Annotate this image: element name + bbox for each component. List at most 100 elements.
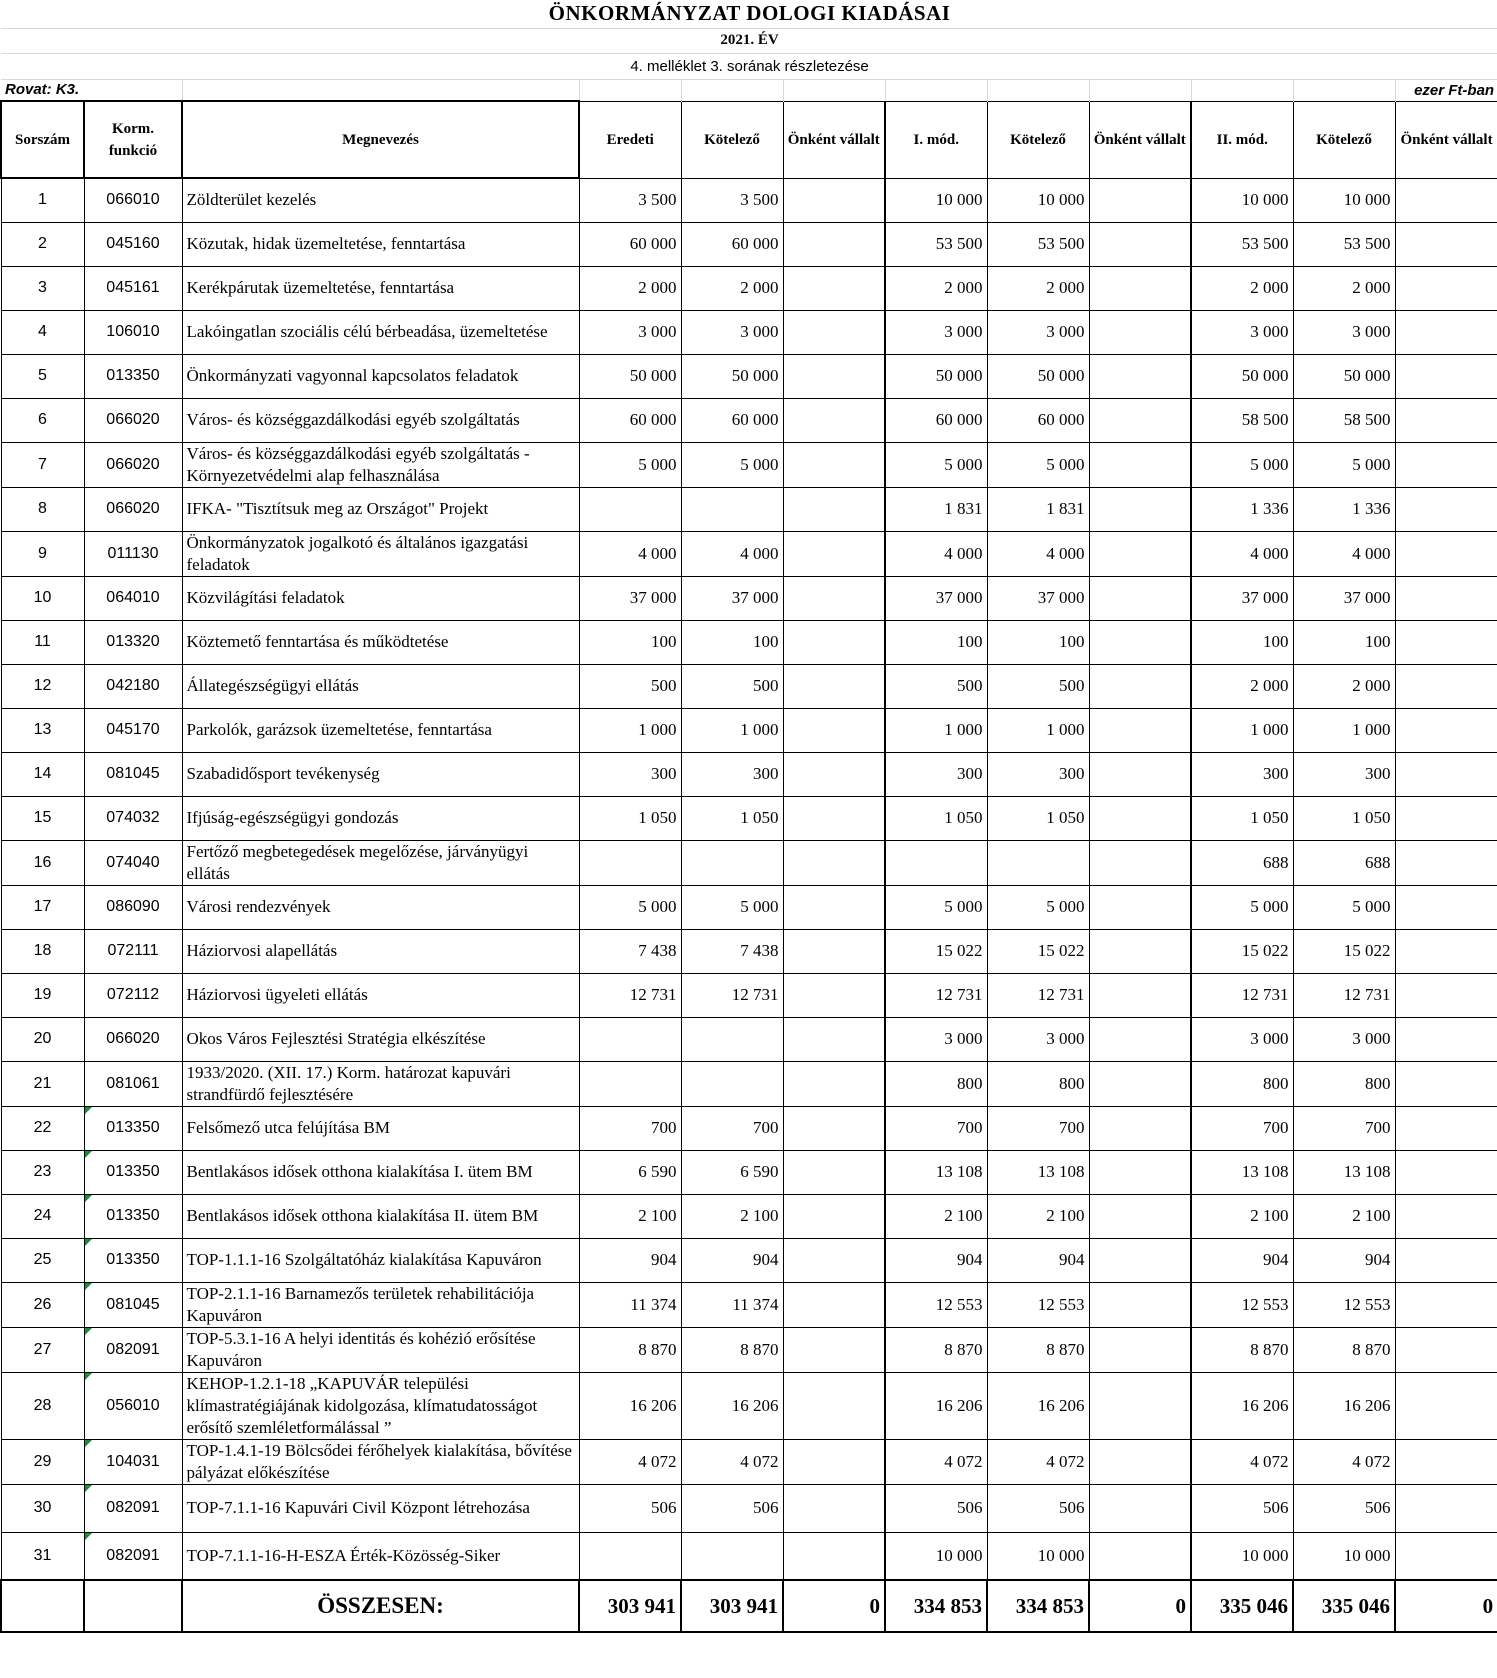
cell-onkent-2 (1088, 177, 1192, 223)
cell-kotelezo-2: 1 831 (986, 486, 1090, 532)
cell-kotelezo-3: 8 870 (1292, 1326, 1396, 1373)
cell-row-number: 11 (0, 619, 85, 665)
cell-eredeti: 4 000 (578, 530, 682, 577)
cell-korm-funkcio: 082091 (83, 1326, 183, 1373)
cell-megnevezes: KEHOP-1.2.1-18 „KAPUVÁR települési klíma… (181, 1371, 580, 1440)
cell-kotelezo-1: 506 (680, 1483, 784, 1533)
total-kotelezo-3: 335 046 (1292, 1579, 1396, 1633)
cell-eredeti: 7 438 (578, 928, 682, 974)
cell-row-number: 14 (0, 751, 85, 797)
cell-kotelezo-2: 3 000 (986, 309, 1090, 355)
cell-megnevezes: Zöldterület kezelés (181, 177, 580, 223)
cell-onkent-3 (1394, 1193, 1497, 1239)
table-row: 26 081045 TOP-2.1.1-16 Barnamezős területe… (0, 1281, 1497, 1328)
cell-megnevezes: Önkormányzatok jogalkotó és általános ig… (181, 530, 580, 577)
cell-row-number: 16 (0, 839, 85, 886)
cell-kotelezo-1: 4 072 (680, 1438, 784, 1485)
cell-onkent-1 (782, 972, 886, 1018)
cell-kotelezo-1 (680, 486, 784, 532)
cell-korm-funkcio: 056010 (83, 1371, 183, 1440)
cell-i-mod: 100 (884, 619, 988, 665)
cell-ii-mod: 10 000 (1190, 177, 1294, 223)
cell-onkent-1 (782, 265, 886, 311)
cell-i-mod: 904 (884, 1237, 988, 1283)
cell-kotelezo-2: 5 000 (986, 441, 1090, 488)
cell-i-mod: 4 072 (884, 1438, 988, 1485)
cell-kotelezo-2: 500 (986, 663, 1090, 709)
cell-megnevezes: Okos Város Fejlesztési Stratégia elkészí… (181, 1016, 580, 1062)
cell-korm-funkcio: 081061 (83, 1060, 183, 1107)
cell-onkent-2 (1088, 309, 1192, 355)
cell-i-mod: 50 000 (884, 353, 988, 399)
cell-onkent-2 (1088, 1016, 1192, 1062)
cell-kotelezo-3: 3 000 (1292, 309, 1396, 355)
cell-kotelezo-2: 53 500 (986, 221, 1090, 267)
cell-kotelezo-3: 506 (1292, 1483, 1396, 1533)
cell-eredeti: 3 500 (578, 177, 682, 223)
header-onkent-2: Önként vállalt (1088, 100, 1192, 179)
cell-i-mod: 300 (884, 751, 988, 797)
cell-korm-funkcio: 081045 (83, 751, 183, 797)
total-label: ÖSSZESEN: (181, 1579, 580, 1633)
cell-kotelezo-1: 4 000 (680, 530, 784, 577)
cell-row-number: 20 (0, 1016, 85, 1062)
cell-kotelezo-1: 5 000 (680, 441, 784, 488)
cell-megnevezes: IFKA- "Tisztítsuk meg az Országot" Proje… (181, 486, 580, 532)
cell-onkent-2 (1088, 751, 1192, 797)
cell-eredeti: 2 100 (578, 1193, 682, 1239)
cell-i-mod: 5 000 (884, 884, 988, 930)
cell-onkent-1 (782, 795, 886, 841)
cell-row-number: 6 (0, 397, 85, 443)
cell-korm-funkcio: 081045 (83, 1281, 183, 1328)
cell-eredeti (578, 486, 682, 532)
table-row: 7 066020 Város- és községgazdálkodási egyé… (0, 441, 1497, 488)
cell-megnevezes: Bentlakásos idősek otthona kialakítása I… (181, 1149, 580, 1195)
cell-kotelezo-2: 50 000 (986, 353, 1090, 399)
table-row: 16 074040 Fertőző megbetegedések megelőzés… (0, 839, 1497, 886)
cell-kotelezo-1: 1 050 (680, 795, 784, 841)
cell-eredeti: 60 000 (578, 397, 682, 443)
cell-kotelezo-2: 4 072 (986, 1438, 1090, 1485)
cell-eredeti: 3 000 (578, 309, 682, 355)
cell-onkent-3 (1394, 795, 1497, 841)
document-title: ÖNKORMÁNYZAT DOLOGI KIADÁSAI (1, 0, 1497, 29)
cell-megnevezes: Háziorvosi ügyeleti ellátás (181, 972, 580, 1018)
cell-kotelezo-1: 904 (680, 1237, 784, 1283)
header-onkent-3: Önként vállalt (1394, 100, 1497, 179)
table-row: 4 106010 Lakóingatlan szociális célú bérbe… (0, 309, 1497, 355)
rovat-label: Rovat: K3. (1, 79, 183, 101)
cell-kotelezo-1 (680, 1060, 784, 1107)
total-onkent-3: 0 (1393, 1579, 1497, 1633)
cell-kotelezo-3: 13 108 (1292, 1149, 1396, 1195)
cell-eredeti: 2 000 (578, 265, 682, 311)
cell-onkent-3 (1394, 1281, 1497, 1328)
cell-onkent-1 (782, 177, 886, 223)
cell-i-mod: 10 000 (884, 177, 988, 223)
cell-row-number: 9 (0, 530, 85, 577)
cell-korm-funkcio: 042180 (83, 663, 183, 709)
cell-kotelezo-2: 12 553 (986, 1281, 1090, 1328)
cell-onkent-2 (1088, 265, 1192, 311)
cell-megnevezes: Kerékpárutak üzemeltetése, fenntartása (181, 265, 580, 311)
cell-i-mod: 3 000 (884, 309, 988, 355)
cell-onkent-3 (1394, 1438, 1497, 1485)
cell-onkent-3 (1394, 972, 1497, 1018)
table-row: 13 045170 Parkolók, garázsok üzemeltetése,… (0, 707, 1497, 753)
table-row: 19 072112 Háziorvosi ügyeleti ellátás 12 73… (0, 972, 1497, 1018)
cell-row-number: 23 (0, 1149, 85, 1195)
cell-i-mod: 16 206 (884, 1371, 988, 1440)
document-subtitle: 4. melléklet 3. sorának részletezése (1, 53, 1497, 80)
cell-kotelezo-3: 2 000 (1292, 663, 1396, 709)
cell-eredeti (578, 1531, 682, 1581)
cell-ii-mod: 700 (1190, 1105, 1294, 1151)
cell-eredeti: 8 870 (578, 1326, 682, 1373)
table-row: 21 081061 1933/2020. (XII. 17.) Korm. hatá… (0, 1060, 1497, 1107)
cell-ii-mod: 5 000 (1190, 884, 1294, 930)
cell-onkent-1 (782, 1149, 886, 1195)
cell-ii-mod: 12 553 (1190, 1281, 1294, 1328)
table-row: 23 013350 Bentlakásos idősek otthona kiala… (0, 1149, 1497, 1195)
cell-onkent-2 (1088, 530, 1192, 577)
cell-onkent-2 (1088, 619, 1192, 665)
cell-i-mod: 12 553 (884, 1281, 988, 1328)
cell-korm-funkcio: 011130 (83, 530, 183, 577)
